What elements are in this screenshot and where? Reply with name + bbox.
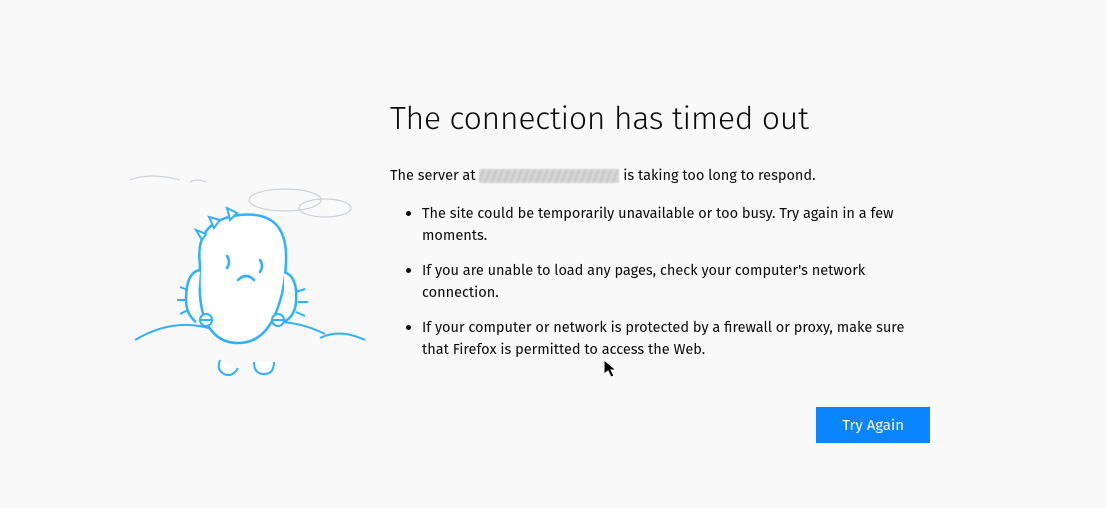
error-illustration bbox=[120, 160, 380, 443]
subtitle-prefix: The server at bbox=[390, 166, 479, 184]
page-title: The connection has timed out bbox=[390, 100, 930, 138]
error-content: The connection has timed out The server … bbox=[390, 100, 930, 443]
list-item: The site could be temporarily unavailabl… bbox=[422, 202, 930, 247]
subtitle-suffix: is taking too long to respond. bbox=[619, 166, 815, 184]
suggestion-list: The site could be temporarily unavailabl… bbox=[390, 202, 930, 361]
sad-creature-icon bbox=[120, 160, 380, 400]
list-item: If you are unable to load any pages, che… bbox=[422, 259, 930, 304]
error-subtitle: The server at is taking too long to resp… bbox=[390, 166, 930, 184]
list-item: If your computer or network is protected… bbox=[422, 316, 930, 361]
redacted-hostname bbox=[479, 169, 619, 183]
error-page-container: The connection has timed out The server … bbox=[0, 0, 1106, 443]
try-again-button[interactable]: Try Again bbox=[816, 407, 930, 443]
button-row: Try Again bbox=[390, 407, 930, 443]
